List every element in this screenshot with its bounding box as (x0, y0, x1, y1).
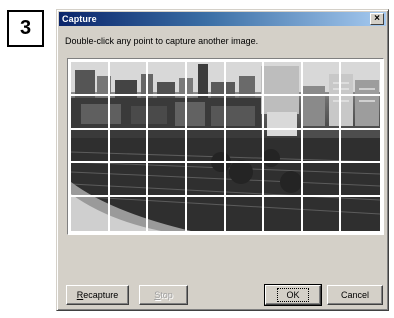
capture-image-frame (67, 58, 384, 235)
grid-cell[interactable] (110, 197, 149, 231)
grid-cell[interactable] (71, 62, 110, 96)
recapture-button[interactable]: Recapture (66, 285, 129, 305)
grid-cell[interactable] (302, 95, 342, 130)
grid-cell[interactable] (186, 129, 226, 164)
grid-cell[interactable] (264, 95, 303, 130)
grid-cell[interactable] (302, 163, 342, 198)
grid-cell[interactable] (225, 62, 265, 96)
grid-cell[interactable] (148, 62, 187, 96)
instruction-text: Double-click any point to capture anothe… (65, 36, 259, 46)
grid-cell[interactable] (109, 129, 149, 164)
grid-cell[interactable] (148, 129, 187, 164)
grid-cell[interactable] (264, 163, 303, 198)
grid-cell[interactable] (264, 197, 303, 231)
captured-image[interactable] (71, 62, 380, 231)
grid-cell[interactable] (71, 95, 110, 130)
step-number: 3 (19, 17, 32, 39)
grid-cell[interactable] (302, 129, 342, 164)
grid-cell[interactable] (341, 130, 380, 164)
ok-button[interactable]: OK (264, 284, 322, 306)
grid-cell[interactable] (109, 163, 149, 198)
grid-cell[interactable] (303, 197, 342, 231)
grid-cell[interactable] (148, 95, 187, 130)
stop-label: top (160, 290, 173, 300)
grid-cell[interactable] (71, 197, 110, 231)
grid-cell[interactable] (225, 163, 265, 198)
grid-cell[interactable] (264, 62, 303, 96)
stop-button[interactable]: Stop (139, 285, 188, 305)
grid-cell[interactable] (186, 95, 226, 130)
grid-cell[interactable] (71, 163, 110, 198)
close-icon: × (374, 13, 380, 24)
grid-cell[interactable] (148, 163, 187, 198)
ok-label: OK (277, 288, 309, 302)
close-button[interactable]: × (370, 13, 384, 25)
grid-cell[interactable] (225, 129, 265, 164)
grid-cell[interactable] (341, 62, 380, 96)
grid-cell[interactable] (186, 62, 226, 96)
grid-cell[interactable] (148, 197, 187, 231)
grid-cell[interactable] (225, 95, 265, 130)
grid-cell[interactable] (341, 197, 380, 231)
grid-cell[interactable] (302, 62, 342, 96)
step-number-badge: 3 (7, 10, 44, 47)
grid-cell[interactable] (187, 197, 226, 231)
grid-cell[interactable] (109, 95, 149, 130)
grid-cell[interactable] (109, 62, 149, 96)
grid-cell[interactable] (341, 163, 380, 198)
capture-dialog: Capture × Double-click any point to capt… (56, 9, 389, 311)
window-title: Capture (62, 14, 97, 24)
title-bar[interactable]: Capture × (59, 12, 386, 26)
grid-cell[interactable] (341, 96, 380, 130)
cancel-button[interactable]: Cancel (327, 285, 383, 305)
cancel-label: Cancel (340, 290, 369, 300)
grid-cell[interactable] (71, 129, 110, 164)
grid-cell[interactable] (264, 129, 303, 164)
recapture-label: ecapture (83, 290, 119, 300)
grid-cell[interactable] (186, 163, 226, 198)
grid-cell[interactable] (226, 197, 265, 231)
